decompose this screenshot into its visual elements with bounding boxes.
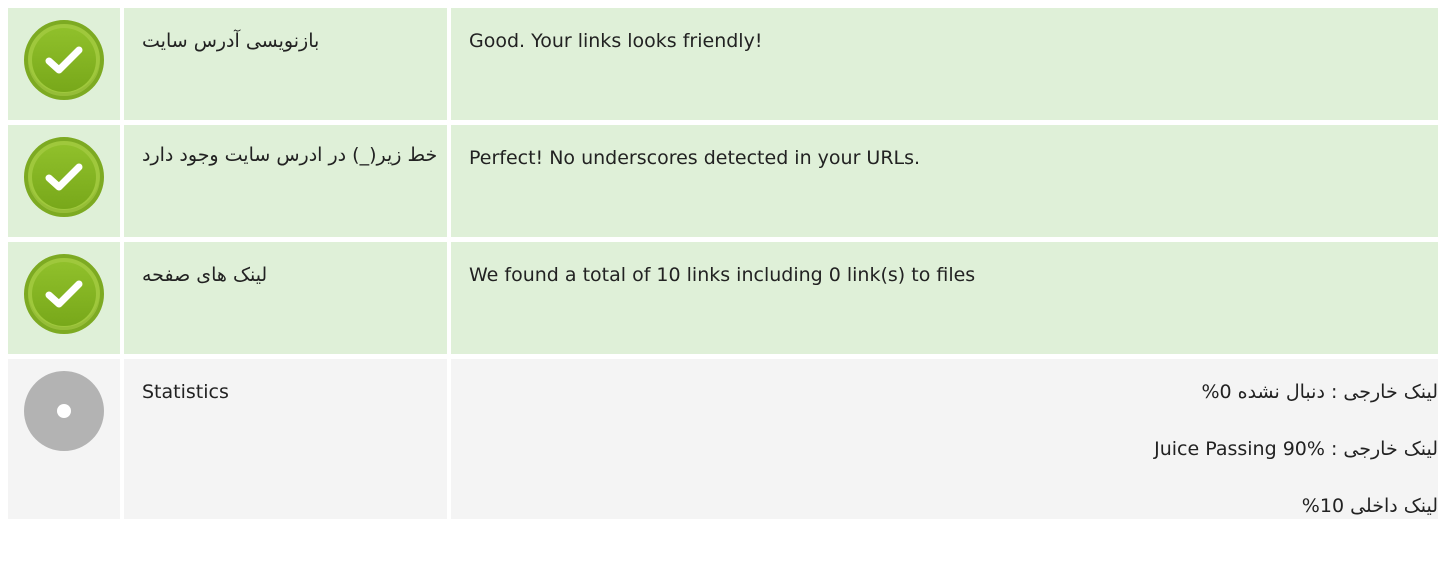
seo-results-table: بازنویسی آدرس سایت Good. Your links look… <box>8 8 1438 524</box>
result-row-url-rewrite: بازنویسی آدرس سایت Good. Your links look… <box>8 8 1438 120</box>
row-value: Good. Your links looks friendly! <box>451 8 1438 120</box>
row-label: بازنویسی آدرس سایت <box>124 8 447 120</box>
row-label: خط زیر(_) در ادرس سایت وجود دارد <box>124 125 447 237</box>
icon-cell <box>8 125 120 237</box>
stat-internal-links: لینک داخلی 10% <box>1301 495 1438 517</box>
result-row-page-links: لینک های صفحه We found a total of 10 lin… <box>8 242 1438 354</box>
row-label: Statistics <box>124 359 447 519</box>
icon-cell <box>8 359 120 519</box>
stat-external-nofollow: لینک خارجی : دنبال نشده 0% <box>1201 381 1438 403</box>
check-circle-icon <box>24 254 104 334</box>
row-label-text: بازنویسی آدرس سایت <box>142 30 320 52</box>
result-row-statistics: Statistics لینک خارجی : دنبال نشده 0% لی… <box>8 359 1438 519</box>
icon-cell <box>8 242 120 354</box>
row-value: Perfect! No underscores detected in your… <box>451 125 1438 237</box>
row-label: لینک های صفحه <box>124 242 447 354</box>
check-circle-icon <box>24 20 104 100</box>
check-circle-icon <box>24 137 104 217</box>
icon-cell <box>8 8 120 120</box>
stat-external-juice-passing: لینک خارجی : Juice Passing 90% <box>1154 438 1438 460</box>
row-value: We found a total of 10 links including 0… <box>451 242 1438 354</box>
row-label-text: لینک های صفحه <box>142 264 268 286</box>
result-row-underscores: خط زیر(_) در ادرس سایت وجود دارد Perfect… <box>8 125 1438 237</box>
row-label-text: خط زیر(_) در ادرس سایت وجود دارد <box>142 144 438 166</box>
info-dot-icon <box>24 371 104 451</box>
statistics-list: لینک خارجی : دنبال نشده 0% لینک خارجی : … <box>451 359 1438 519</box>
